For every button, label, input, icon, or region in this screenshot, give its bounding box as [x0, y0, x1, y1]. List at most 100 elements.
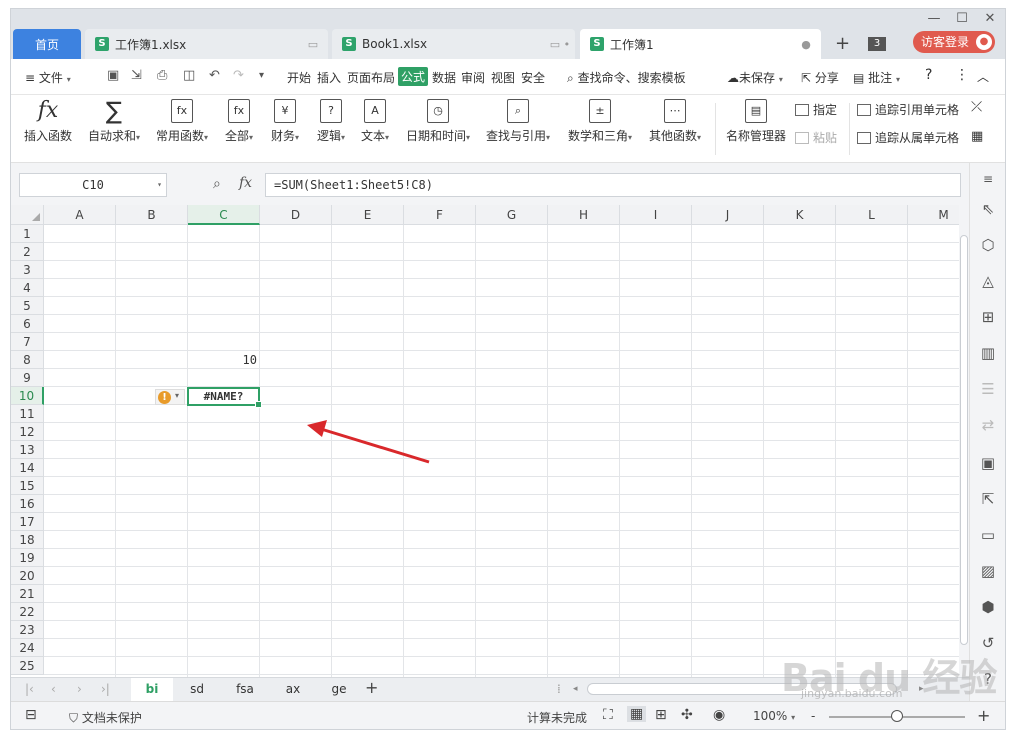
column-header-j[interactable]: J [692, 205, 764, 225]
column-header-f[interactable]: F [404, 205, 476, 225]
share-button[interactable]: ⇱ 分享 [801, 69, 839, 86]
formula-input[interactable]: =SUM(Sheet1:Sheet5!C8) [265, 173, 961, 197]
zoom-search-icon[interactable]: ⌕ [213, 176, 221, 192]
row-header-12[interactable]: 12 [11, 423, 44, 441]
specify-button[interactable]: 指定 [795, 101, 837, 118]
eye-protection-icon[interactable]: ◉ [713, 707, 725, 723]
menu-formula[interactable]: 公式 [398, 67, 429, 86]
quick-access-more-icon[interactable]: ▾ [259, 70, 264, 81]
menu-scroll-right-icon[interactable]: › [541, 71, 545, 81]
transfer-icon[interactable]: ⇄ [978, 415, 998, 435]
show-formula-icon[interactable]: ▦ [971, 129, 983, 144]
name-box[interactable]: C10 ▾ [19, 173, 167, 197]
auto-sum-button[interactable]: ∑ 自动求和▾ [85, 99, 143, 144]
add-sheet-button[interactable]: + [365, 678, 378, 697]
row-header-15[interactable]: 15 [11, 477, 44, 495]
column-header-m[interactable]: M [908, 205, 959, 225]
text-button[interactable]: A 文本▾ [357, 99, 393, 144]
row-header-11[interactable]: 11 [11, 405, 44, 423]
math-trig-button[interactable]: ± 数学和三角▾ [565, 99, 635, 144]
row-header-9[interactable]: 9 [11, 369, 44, 387]
sheet-tab-ax[interactable]: ax [271, 678, 315, 701]
macro-recorder-icon[interactable]: ⊟ [25, 707, 37, 723]
help-button[interactable]: ? [925, 67, 932, 83]
vertical-scroll-thumb[interactable] [960, 235, 968, 645]
search-commands[interactable]: ⌕ 查找命令、搜索模板 [567, 69, 686, 86]
redo-icon[interactable]: ↷ [233, 68, 244, 83]
logic-button[interactable]: ? 逻辑▾ [313, 99, 349, 144]
menu-insert[interactable]: 插入 [317, 69, 341, 86]
archive-icon[interactable]: ▭ [978, 525, 998, 545]
menu-view[interactable]: 视图 [491, 69, 515, 86]
last-sheet-icon[interactable]: ›| [101, 682, 110, 696]
column-header-e[interactable]: E [332, 205, 404, 225]
row-header-10[interactable]: 10 [11, 387, 44, 405]
column-header-i[interactable]: I [620, 205, 692, 225]
trace-dependents-button[interactable]: 追踪从属单元格 [857, 129, 959, 146]
row-header-25[interactable]: 25 [11, 657, 44, 675]
zoom-in-button[interactable]: + [977, 706, 990, 725]
lookup-reference-button[interactable]: ⌕ 查找与引用▾ [483, 99, 553, 144]
cell-c8[interactable]: 10 [189, 351, 259, 369]
menu-data[interactable]: 数据 [432, 69, 456, 86]
next-sheet-icon[interactable]: › [77, 682, 82, 696]
cursor-select-icon[interactable]: ⇖ [978, 199, 998, 219]
paste-button[interactable]: 粘贴 [795, 129, 837, 146]
filter-icon[interactable]: ☰ [978, 379, 998, 399]
export-icon[interactable]: ⇲ [131, 68, 142, 83]
page-break-view-icon[interactable]: ⊞ [655, 707, 667, 723]
security-icon[interactable]: ⬢ [978, 597, 998, 617]
tab-count-badge[interactable]: 3 [868, 37, 886, 51]
file-menu[interactable]: ≡ 文件 ▾ [25, 69, 71, 86]
unsaved-button[interactable]: ☁未保存 ▾ [727, 69, 783, 86]
more-options-icon[interactable]: ⋮ [955, 67, 969, 83]
column-header-g[interactable]: G [476, 205, 548, 225]
new-tab-button[interactable]: + [835, 33, 850, 54]
tab-workbook1-active[interactable]: S 工作簿1 ● [580, 29, 821, 59]
apps-grid-icon[interactable]: ⊞ [978, 307, 998, 327]
row-header-18[interactable]: 18 [11, 531, 44, 549]
row-header-20[interactable]: 20 [11, 567, 44, 585]
menu-review[interactable]: 审阅 [461, 69, 485, 86]
row-header-19[interactable]: 19 [11, 549, 44, 567]
zoom-slider-knob[interactable] [891, 710, 903, 722]
date-time-button[interactable]: ◷ 日期和时间▾ [403, 99, 473, 144]
row-header-17[interactable]: 17 [11, 513, 44, 531]
other-functions-button[interactable]: ⋯ 其他函数▾ [645, 99, 705, 144]
row-header-5[interactable]: 5 [11, 297, 44, 315]
row-header-24[interactable]: 24 [11, 639, 44, 657]
column-header-k[interactable]: K [764, 205, 836, 225]
column-header-d[interactable]: D [260, 205, 332, 225]
minimize-button[interactable]: — [921, 11, 947, 27]
shapes-icon[interactable]: ⬡ [978, 235, 998, 255]
first-sheet-icon[interactable]: |‹ [25, 682, 34, 696]
cell-c10-selected[interactable]: #NAME? [187, 387, 262, 408]
sheet-tab-sd[interactable]: sd [175, 678, 219, 701]
sheet-tab-fsa[interactable]: fsa [221, 678, 269, 701]
prev-sheet-icon[interactable]: ‹ [51, 682, 56, 696]
maximize-button[interactable]: ☐ [949, 11, 975, 27]
document-protection-status[interactable]: ⛉ 文档未保护 [69, 709, 142, 726]
column-header-c[interactable]: C [188, 205, 260, 225]
insert-function-fx-icon[interactable]: fx [239, 175, 252, 191]
style-icon[interactable]: ◬ [978, 271, 998, 291]
print-preview-icon[interactable]: ◫ [183, 68, 195, 83]
column-header-a[interactable]: A [44, 205, 116, 225]
row-header-2[interactable]: 2 [11, 243, 44, 261]
vertical-scrollbar[interactable] [959, 205, 969, 677]
zoom-out-button[interactable]: - [811, 709, 815, 723]
row-header-8[interactable]: 8 [11, 351, 44, 369]
sidebar-collapse-icon[interactable]: ≡ [978, 169, 998, 189]
print-icon[interactable]: ⎙ [157, 68, 167, 83]
row-header-3[interactable]: 3 [11, 261, 44, 279]
row-header-21[interactable]: 21 [11, 585, 44, 603]
select-all-corner[interactable] [11, 205, 44, 225]
name-manager-button[interactable]: ▤ 名称管理器 [723, 99, 789, 144]
menu-page-layout[interactable]: 页面布局 [347, 69, 395, 86]
image-icon[interactable]: ▨ [978, 561, 998, 581]
gallery-icon[interactable]: ▣ [978, 453, 998, 473]
column-header-b[interactable]: B [116, 205, 188, 225]
tab-workbook1-xlsx[interactable]: S 工作簿1.xlsx ▭ [85, 29, 328, 59]
row-header-4[interactable]: 4 [11, 279, 44, 297]
finance-button[interactable]: ¥ 财务▾ [267, 99, 303, 144]
